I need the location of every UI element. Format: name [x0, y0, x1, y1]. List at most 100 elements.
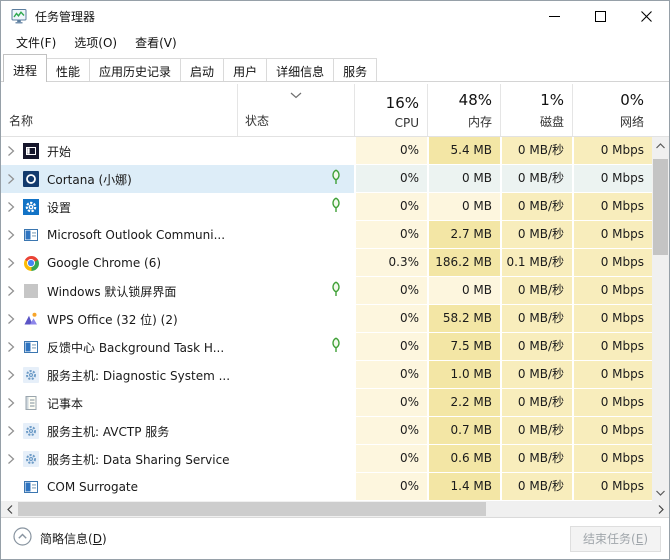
tab-services[interactable]: 服务: [333, 58, 378, 81]
scroll-up-button[interactable]: [652, 137, 669, 154]
column-header-disk[interactable]: 1% 磁盘: [500, 84, 572, 136]
process-status-cell: [237, 361, 354, 389]
memory-cell: 0.7 MB: [427, 417, 500, 445]
expand-chevron-icon[interactable]: [1, 453, 21, 465]
disk-cell: 0 MB/秒: [500, 473, 572, 501]
process-row[interactable]: 开始 0% 5.4 MB 0 MB/秒 0 Mbps: [1, 137, 652, 165]
cpu-total-percent: 16%: [385, 94, 419, 112]
process-row[interactable]: 服务主机: Data Sharing Service 0% 0.6 MB 0 MB/秒…: [1, 445, 652, 473]
process-status-cell: [237, 333, 354, 361]
tab-performance[interactable]: 性能: [46, 58, 91, 81]
process-row[interactable]: 设置 0% 0 MB 0 MB/秒 0 Mbps: [1, 193, 652, 221]
process-row[interactable]: COM Surrogate 0% 1.4 MB 0 MB/秒 0 Mbps: [1, 473, 652, 501]
process-row[interactable]: 记事本 0% 2.2 MB 0 MB/秒 0 Mbps: [1, 389, 652, 417]
process-row[interactable]: 服务主机: AVCTP 服务 0% 0.7 MB 0 MB/秒 0 Mbps: [1, 417, 652, 445]
scroll-left-button[interactable]: [1, 501, 18, 517]
process-row[interactable]: WPS Office (32 位) (2) 0% 58.2 MB 0 MB/秒 0 Mb…: [1, 305, 652, 333]
menu-options[interactable]: 选项(O): [65, 31, 126, 54]
process-row[interactable]: Google Chrome (6) 0.3% 186.2 MB 0.1 MB/秒 0 M…: [1, 249, 652, 277]
expand-chevron-icon[interactable]: [1, 425, 21, 437]
cpu-cell: 0%: [354, 445, 427, 473]
maximize-button[interactable]: [577, 1, 623, 31]
column-header-network[interactable]: 0% 网络: [572, 84, 652, 136]
menu-view[interactable]: 查看(V): [126, 31, 186, 54]
process-name-cell: COM Surrogate: [1, 473, 237, 501]
expand-chevron-icon[interactable]: [1, 145, 21, 157]
title-bar[interactable]: 任务管理器: [1, 1, 669, 31]
memory-cell: 0.6 MB: [427, 445, 500, 473]
process-status-cell: [237, 165, 354, 193]
memory-column-label: 内存: [467, 115, 492, 129]
process-name-cell: WPS Office (32 位) (2): [1, 305, 237, 333]
cpu-cell: 0%: [354, 165, 427, 193]
network-cell: 0 Mbps: [572, 193, 652, 221]
process-name: Windows 默认锁屏界面: [47, 284, 177, 299]
expand-chevron-icon[interactable]: [1, 257, 21, 269]
process-status-cell: [237, 221, 354, 249]
expand-chevron-icon[interactable]: [1, 229, 21, 241]
menu-file[interactable]: 文件(F): [7, 31, 65, 54]
column-header-memory[interactable]: 48% 内存: [427, 84, 500, 136]
process-status-cell: [237, 473, 354, 501]
expand-chevron-icon[interactable]: [1, 285, 21, 297]
process-row[interactable]: Cortana (小娜) 0% 0 MB 0 MB/秒 0 Mbps: [1, 165, 652, 193]
process-name-cell: 设置: [1, 193, 237, 221]
vertical-scrollbar[interactable]: [652, 137, 669, 501]
disk-cell: 0 MB/秒: [500, 445, 572, 473]
process-row[interactable]: 反馈中心 Background Task H... 0% 7.5 MB 0 MB/秒 0…: [1, 333, 652, 361]
network-column-label: 网络: [619, 115, 644, 129]
process-status-cell: [237, 249, 354, 277]
chrome-icon: [23, 255, 39, 271]
expand-chevron-icon[interactable]: [1, 313, 21, 325]
fewer-details-label: 简略信息(D): [40, 532, 107, 546]
horizontal-scroll-thumb[interactable]: [18, 502, 486, 516]
process-name-cell: Cortana (小娜): [1, 165, 237, 193]
column-headers: 名称 状态 16% CPU 48% 内存 1% 磁盘 0% 网络: [1, 84, 669, 137]
process-row[interactable]: 服务主机: Diagnostic System ... 0% 1.0 MB 0 MB/…: [1, 361, 652, 389]
process-row[interactable]: Microsoft Outlook Communi... 0% 2.7 MB 0 MB…: [1, 221, 652, 249]
expand-chevron-icon[interactable]: [1, 341, 21, 353]
vertical-scroll-thumb[interactable]: [653, 159, 668, 255]
cpu-cell: 0%: [354, 221, 427, 249]
column-header-name[interactable]: 名称: [1, 84, 237, 136]
horizontal-scrollbar[interactable]: [1, 501, 669, 517]
scroll-down-button[interactable]: [652, 484, 669, 501]
window-app-icon: [23, 339, 39, 355]
end-task-button[interactable]: 结束任务(E): [570, 525, 661, 552]
task-manager-app-icon: [11, 8, 27, 24]
expand-chevron-icon[interactable]: [1, 369, 21, 381]
network-cell: 0 Mbps: [572, 305, 652, 333]
process-row[interactable]: Windows 默认锁屏界面 0% 0 MB 0 MB/秒 0 Mbps: [1, 277, 652, 305]
fewer-details-toggle[interactable]: 简略信息(D): [13, 527, 107, 550]
expand-chevron-icon[interactable]: [1, 397, 21, 409]
footer-bar: 简略信息(D) 结束任务(E): [1, 517, 669, 559]
lockscreen-gray-icon: [23, 283, 39, 299]
process-name-cell: 服务主机: AVCTP 服务: [1, 417, 237, 445]
column-header-status[interactable]: 状态: [237, 84, 354, 136]
process-name: WPS Office (32 位) (2): [47, 312, 178, 327]
cpu-cell: 0%: [354, 333, 427, 361]
tab-startup[interactable]: 启动: [180, 58, 225, 81]
cortana-icon: [23, 171, 39, 187]
tab-processes[interactable]: 进程: [3, 54, 48, 82]
expand-chevron-icon[interactable]: [1, 173, 21, 185]
network-cell: 0 Mbps: [572, 277, 652, 305]
close-button[interactable]: [623, 1, 669, 31]
scroll-right-button[interactable]: [652, 501, 669, 517]
process-name-cell: Google Chrome (6): [1, 249, 237, 277]
tab-app-history[interactable]: 应用历史记录: [89, 58, 182, 81]
disk-cell: 0 MB/秒: [500, 277, 572, 305]
minimize-button[interactable]: [531, 1, 577, 31]
expand-chevron-icon[interactable]: [1, 201, 21, 213]
tab-users[interactable]: 用户: [223, 58, 268, 81]
window-controls: [531, 1, 669, 31]
tab-details[interactable]: 详细信息: [266, 58, 335, 81]
column-header-cpu[interactable]: 16% CPU: [354, 84, 427, 136]
memory-cell: 1.0 MB: [427, 361, 500, 389]
process-name: 服务主机: Data Sharing Service: [47, 452, 230, 467]
cpu-cell: 0%: [354, 361, 427, 389]
process-status-cell: [237, 277, 354, 305]
process-name-cell: 服务主机: Data Sharing Service: [1, 445, 237, 473]
window-app-icon: [23, 479, 39, 495]
network-cell: 0 Mbps: [572, 221, 652, 249]
